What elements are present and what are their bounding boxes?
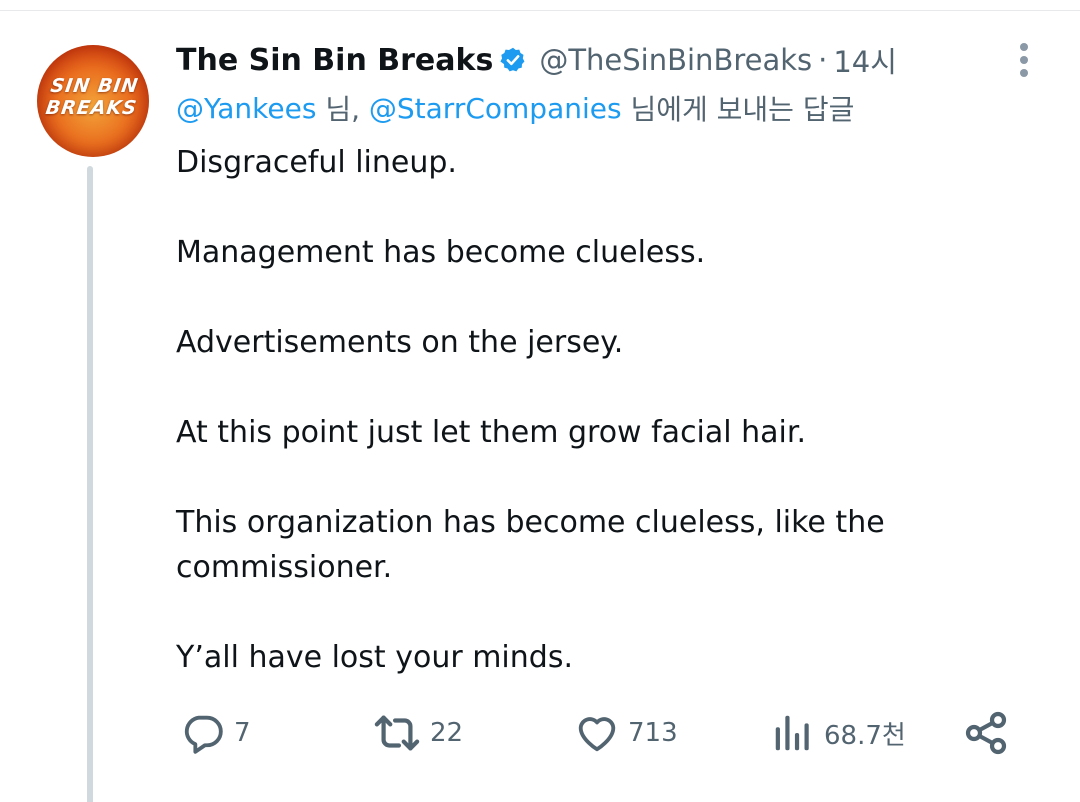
reply-separator: 님,: [316, 93, 369, 126]
like-button[interactable]: 713: [574, 708, 678, 758]
header-separator: ·: [818, 43, 828, 77]
avatar-logo-line2: BREAKS: [44, 97, 139, 119]
reply-suffix: 님에게 보내는 답글: [621, 93, 855, 126]
retweet-icon: [372, 710, 422, 756]
views-count: 68.7천: [824, 720, 906, 751]
timestamp[interactable]: 14시: [833, 39, 897, 81]
display-name[interactable]: The Sin Bin Breaks: [176, 43, 493, 78]
views-button[interactable]: 68.7천: [770, 708, 906, 758]
mention-link-starrcompanies[interactable]: @StarrCompanies: [369, 92, 622, 125]
mention-link-yankees[interactable]: @Yankees: [176, 92, 316, 125]
retweet-count: 22: [430, 718, 464, 748]
tweet-paragraph: Disgraceful lineup.: [176, 145, 457, 180]
thread-connector-line: [87, 166, 93, 802]
reply-count: 7: [234, 718, 251, 748]
more-options-button[interactable]: [1012, 40, 1036, 80]
replying-to-line: @Yankees 님, @StarrCompanies 님에게 보내는 답글: [176, 88, 854, 128]
like-count: 713: [628, 718, 678, 748]
top-divider: [0, 10, 1080, 11]
tweet-paragraph: Management has become clueless.: [176, 235, 706, 270]
retweet-button[interactable]: 22: [372, 708, 463, 758]
more-dot-icon: [1020, 69, 1028, 77]
avatar[interactable]: SIN BIN BREAKS: [37, 45, 149, 157]
tweet-header: The Sin Bin Breaks @TheSinBinBreaks · 14…: [176, 40, 897, 80]
tweet-reply-view: SIN BIN BREAKS The Sin Bin Breaks @TheSi…: [0, 0, 1080, 802]
more-dot-icon: [1020, 56, 1028, 64]
verified-badge-icon: [499, 46, 527, 74]
avatar-logo-text: SIN BIN BREAKS: [34, 75, 152, 119]
tweet-action-bar: 7 22 713 68.7천: [176, 708, 1016, 758]
user-handle[interactable]: @TheSinBinBreaks: [539, 43, 812, 77]
heart-icon: [574, 710, 620, 756]
avatar-logo-line1: SIN BIN: [49, 75, 140, 97]
more-dot-icon: [1020, 43, 1028, 51]
tweet-paragraph: This organization has become clueless, l…: [176, 505, 885, 585]
tweet-paragraph: Advertisements on the jersey.: [176, 325, 624, 360]
views-bar-chart-icon: [770, 710, 816, 756]
tweet-paragraph: Y’all have lost your minds.: [176, 640, 573, 675]
tweet-body: Disgraceful lineup. Management has becom…: [176, 140, 976, 680]
share-button[interactable]: [962, 708, 1010, 758]
share-icon: [962, 709, 1010, 757]
reply-button[interactable]: 7: [180, 708, 251, 758]
reply-icon: [180, 710, 226, 756]
tweet-paragraph: At this point just let them grow facial …: [176, 415, 806, 450]
